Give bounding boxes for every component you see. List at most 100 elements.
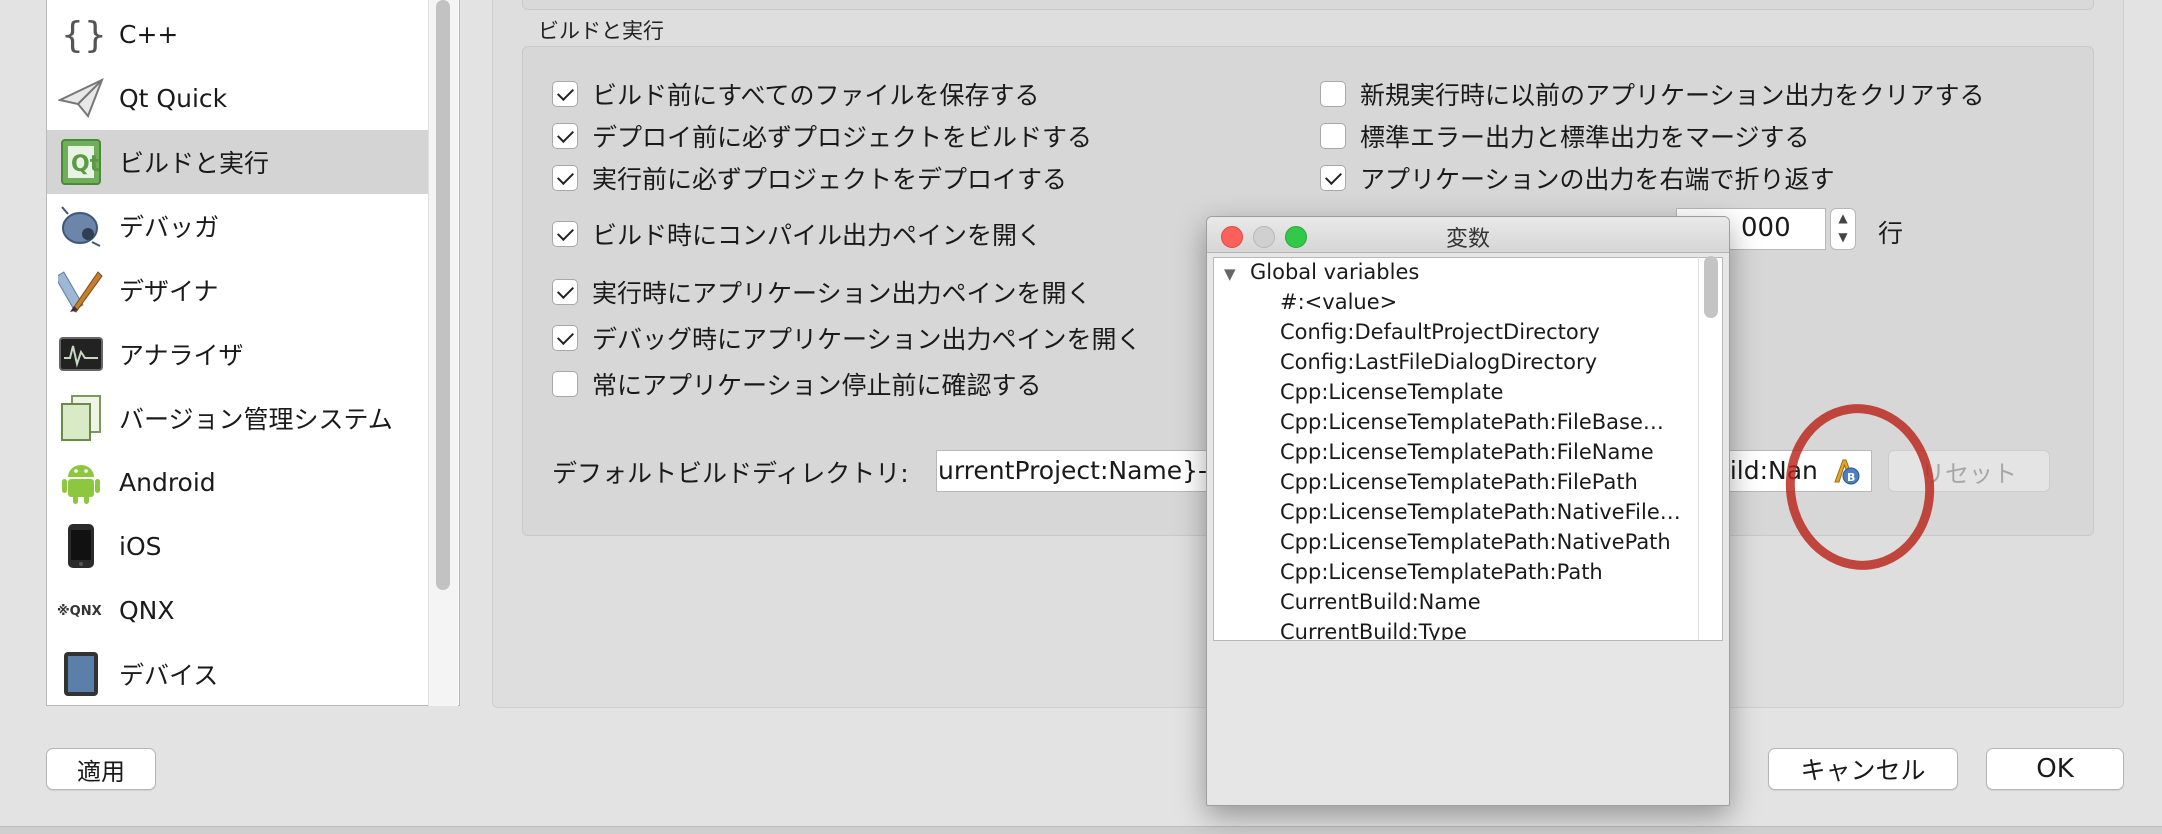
variables-window-title: 変数 <box>1445 227 1490 252</box>
variable-item[interactable]: Cpp:LicenseTemplate <box>1280 380 1722 410</box>
wrap-output-checkbox[interactable]: アプリケーションの出力を右端で折り返す <box>1320 160 1835 196</box>
sidebar-item-designer[interactable]: デザイナ <box>47 258 429 322</box>
sidebar-item-devices[interactable]: デバイス <box>47 642 429 706</box>
checkbox-box[interactable] <box>1320 81 1346 107</box>
sidebar-scrollbar-thumb[interactable] <box>436 0 450 590</box>
sidebar-item-debugger[interactable]: デバッガ <box>47 194 429 258</box>
cpp-braces-icon: {} <box>57 10 105 58</box>
svg-text:Qt: Qt <box>71 152 101 177</box>
deploy-before-run-checkbox[interactable]: 実行前に必ずプロジェクトをデプロイする <box>552 160 1067 196</box>
checkbox-box[interactable] <box>1320 165 1346 191</box>
sidebar-item-ios[interactable]: iOS <box>47 514 429 578</box>
variable-item[interactable]: Cpp:LicenseTemplatePath:FilePath <box>1280 470 1722 500</box>
open-compile-output-checkbox[interactable]: ビルド時にコンパイル出力ペインを開く <box>552 216 1042 252</box>
ok-button[interactable]: OK <box>1986 748 2124 790</box>
sidebar-item-label: ビルドと実行 <box>119 149 270 178</box>
checkbox-box[interactable] <box>552 165 578 191</box>
output-line-limit-stepper[interactable]: ▲ ▼ <box>1830 208 1856 250</box>
checkbox-label: ビルド前にすべてのファイルを保存する <box>592 81 1040 110</box>
checkbox-label: デバッグ時にアプリケーション出力ペインを開く <box>592 325 1142 354</box>
sidebar-item-label: デバッガ <box>119 213 220 242</box>
apply-button[interactable]: 適用 <box>46 748 156 790</box>
sidebar-item-label: デバイス <box>119 661 219 690</box>
sidebar-item-label: Qt Quick <box>119 83 228 113</box>
checkbox-box[interactable] <box>552 371 578 397</box>
checkbox-label: 標準エラー出力と標準出力をマージする <box>1360 123 1810 152</box>
variable-item[interactable]: Cpp:LicenseTemplatePath:FileName <box>1280 440 1722 470</box>
variables-scrollbar-thumb[interactable] <box>1704 256 1718 318</box>
android-icon <box>57 458 105 506</box>
expand-triangle-icon[interactable]: ▼ <box>1224 265 1250 283</box>
variable-item[interactable]: CurrentBuild:Name <box>1280 590 1722 620</box>
bug-icon <box>57 202 105 250</box>
checkbox-label: デプロイ前に必ずプロジェクトをビルドする <box>592 123 1093 152</box>
clear-output-on-run-checkbox[interactable]: 新規実行時に以前のアプリケーション出力をクリアする <box>1320 76 1985 112</box>
paper-plane-icon <box>57 74 105 122</box>
tablet-icon <box>57 650 105 698</box>
checkbox-label: 常にアプリケーション停止前に確認する <box>592 371 1042 400</box>
group-title: ビルドと実行 <box>538 19 664 43</box>
confirm-before-stop-checkbox[interactable]: 常にアプリケーション停止前に確認する <box>552 366 1042 402</box>
sidebar-item-label: Android <box>119 467 216 497</box>
tree-root-label: Global variables <box>1250 260 1420 284</box>
variables-tree[interactable]: ▼ Global variables #:<value> Config:Defau… <box>1213 257 1723 641</box>
merge-stderr-stdout-checkbox[interactable]: 標準エラー出力と標準出力をマージする <box>1320 118 1810 154</box>
sidebar-item-label: C++ <box>119 19 179 49</box>
checkbox-label: 実行前に必ずプロジェクトをデプロイする <box>592 165 1068 194</box>
variables-window: 変数 ▼ Global variables #:<value> Config:De… <box>1206 216 1730 806</box>
variables-window-titlebar[interactable]: 変数 <box>1207 217 1729 253</box>
sidebar-item-qnx[interactable]: ※QNX QNX <box>47 578 429 642</box>
default-build-dir-label: デフォルトビルドディレクトリ: <box>552 459 909 488</box>
build-before-deploy-checkbox[interactable]: デプロイ前に必ずプロジェクトをビルドする <box>552 118 1092 154</box>
sidebar-item-label: QNX <box>119 595 175 625</box>
tree-root-global-variables[interactable]: ▼ Global variables <box>1224 260 1704 290</box>
previous-group-box <box>522 0 2094 10</box>
checkbox-box[interactable] <box>552 81 578 107</box>
checkbox-box[interactable] <box>1320 123 1346 149</box>
checkbox-label: 新規実行時に以前のアプリケーション出力をクリアする <box>1360 81 1985 110</box>
variable-item[interactable]: Config:LastFileDialogDirectory <box>1280 350 1722 380</box>
sidebar-item-android[interactable]: Android <box>47 450 429 514</box>
sidebar-item-analyzer[interactable]: アナライザ <box>47 322 429 386</box>
variable-item[interactable]: Cpp:LicenseTemplatePath:Path <box>1280 560 1722 590</box>
sidebar-item-build-run[interactable]: Qt ビルドと実行 <box>47 130 429 194</box>
checkbox-label: アプリケーションの出力を右端で折り返す <box>1360 165 1835 194</box>
cancel-button[interactable]: キャンセル <box>1768 748 1958 790</box>
open-app-output-on-debug-checkbox[interactable]: デバッグ時にアプリケーション出力ペインを開く <box>552 320 1142 356</box>
checkbox-box[interactable] <box>552 279 578 305</box>
sidebar-item-version-control[interactable]: バージョン管理システム <box>47 386 429 450</box>
oscilloscope-icon <box>57 330 105 378</box>
checkbox-box[interactable] <box>552 221 578 247</box>
checkbox-box[interactable] <box>552 325 578 351</box>
sidebar-item-label: アナライザ <box>119 341 244 370</box>
output-line-limit-unit: 行 <box>1878 219 1904 248</box>
documents-icon <box>57 394 105 442</box>
checkbox-box[interactable] <box>552 123 578 149</box>
variable-item[interactable]: #:<value> <box>1280 290 1722 320</box>
sidebar-item-qt-quick[interactable]: Qt Quick <box>47 66 429 130</box>
variable-item[interactable]: Cpp:LicenseTemplatePath:NativePath <box>1280 530 1722 560</box>
svg-text:※QNX: ※QNX <box>57 604 102 619</box>
sidebar-item-label: デザイナ <box>119 277 219 306</box>
variable-item[interactable]: CurrentBuild:Type <box>1280 620 1722 640</box>
qt-build-run-icon: Qt <box>57 138 105 186</box>
checkbox-label: 実行時にアプリケーション出力ペインを開く <box>592 279 1092 308</box>
variable-item[interactable]: Cpp:LicenseTemplatePath:FileBase… <box>1280 410 1722 440</box>
designer-tools-icon <box>57 266 105 314</box>
iphone-icon <box>57 522 105 570</box>
variable-item[interactable]: Config:DefaultProjectDirectory <box>1280 320 1722 350</box>
variables-scrollbar-track[interactable] <box>1698 256 1699 640</box>
window-bottom-edge <box>0 826 2162 834</box>
stepper-up-icon[interactable]: ▲ <box>1831 209 1855 228</box>
checkbox-label: ビルド時にコンパイル出力ペインを開く <box>592 221 1043 250</box>
sidebar-item-cpp[interactable]: {} C++ <box>47 2 429 66</box>
variable-item[interactable]: Cpp:LicenseTemplatePath:NativeFile… <box>1280 500 1722 530</box>
default-build-dir-value-start: urrentProject:Name}-% <box>938 456 1231 485</box>
svg-text:{}: {} <box>61 15 103 56</box>
open-app-output-on-run-checkbox[interactable]: 実行時にアプリケーション出力ペインを開く <box>552 274 1092 310</box>
settings-category-list[interactable]: {} C++ Qt Quick Qt ビルドと実行 デバッガ デザイナ アナライ… <box>46 0 460 706</box>
sidebar-item-label: バージョン管理システム <box>119 405 393 434</box>
save-before-build-checkbox[interactable]: ビルド前にすべてのファイルを保存する <box>552 76 1040 112</box>
qnx-logo-icon: ※QNX <box>57 586 105 634</box>
stepper-down-icon[interactable]: ▼ <box>1831 228 1855 247</box>
